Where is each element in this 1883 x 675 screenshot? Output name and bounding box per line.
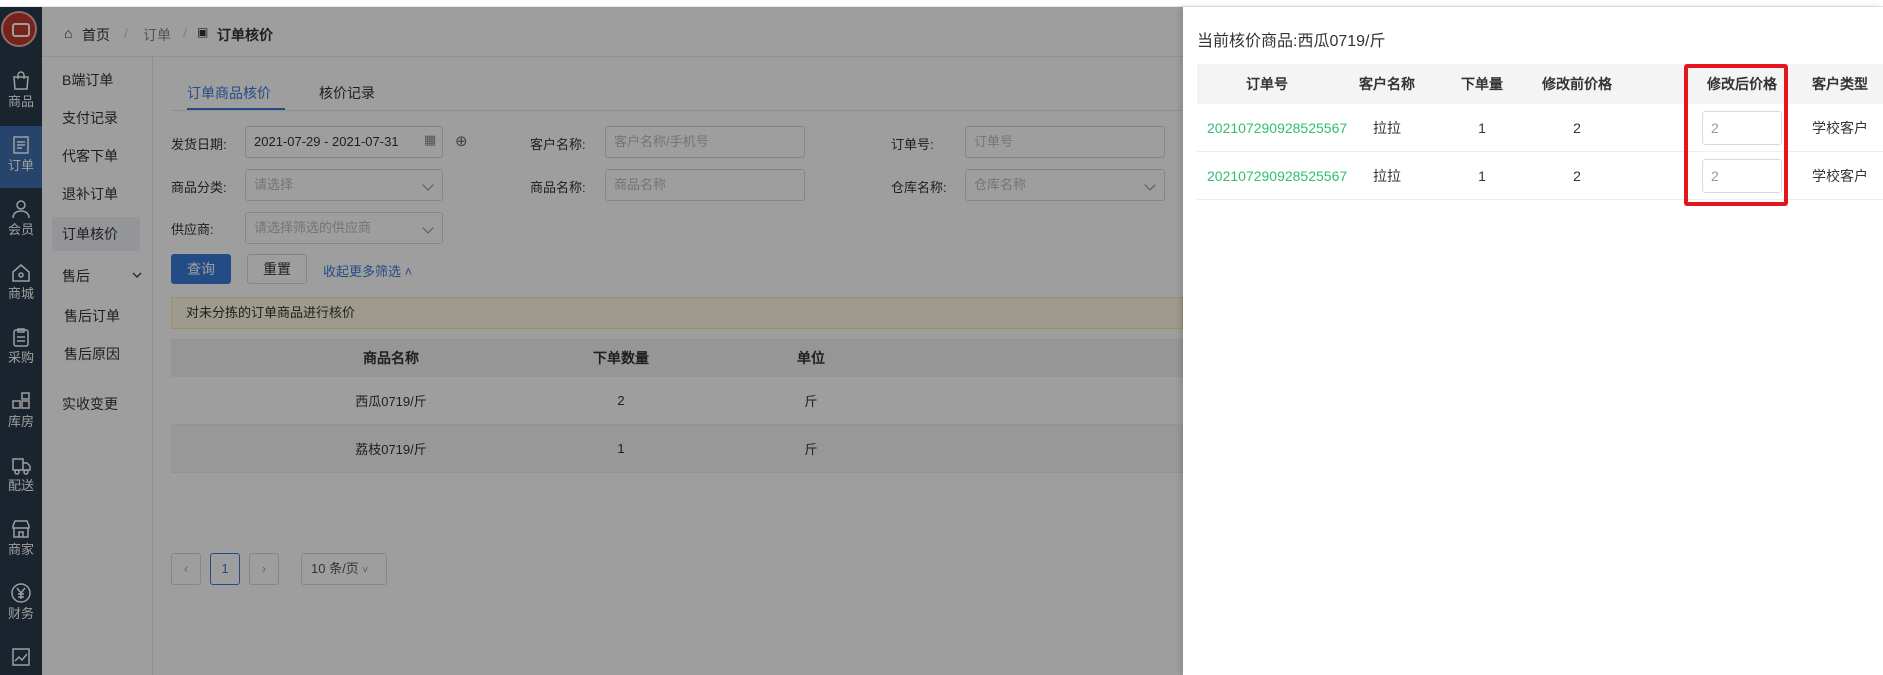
column-header: 下单量	[1461, 76, 1503, 92]
customer-cell: 拉拉	[1373, 119, 1401, 136]
customer-cell: 拉拉	[1373, 167, 1401, 184]
quantity-cell: 1	[1478, 167, 1486, 184]
column-header: 修改前价格	[1542, 76, 1612, 92]
customer-type-cell: 学校客户	[1812, 119, 1868, 136]
screen: 商品 订单 会员 商城 采购 库房 配送 商家 财务 ⌂ 首页 / 订单 / ▣…	[0, 0, 1883, 675]
column-header: 订单号	[1246, 76, 1288, 92]
price-column-highlight	[1684, 64, 1788, 206]
modal-mask[interactable]	[0, 7, 1183, 675]
customer-type-cell: 学校客户	[1812, 167, 1868, 184]
column-header: 客户名称	[1359, 76, 1415, 92]
price-before-cell: 2	[1573, 167, 1581, 184]
price-before-cell: 2	[1573, 119, 1581, 136]
order-number-link[interactable]: 202107290928525567	[1207, 104, 1347, 151]
quantity-cell: 1	[1478, 119, 1486, 136]
order-number-link[interactable]: 202107290928525567	[1207, 152, 1347, 199]
drawer-title-label: 当前核价商品:	[1197, 33, 1298, 50]
top-bar	[0, 0, 1883, 7]
drawer-title: 当前核价商品:西瓜0719/斤	[1197, 27, 1386, 51]
column-header: 客户类型	[1812, 76, 1868, 92]
drawer-title-value: 西瓜0719/斤	[1297, 33, 1386, 50]
